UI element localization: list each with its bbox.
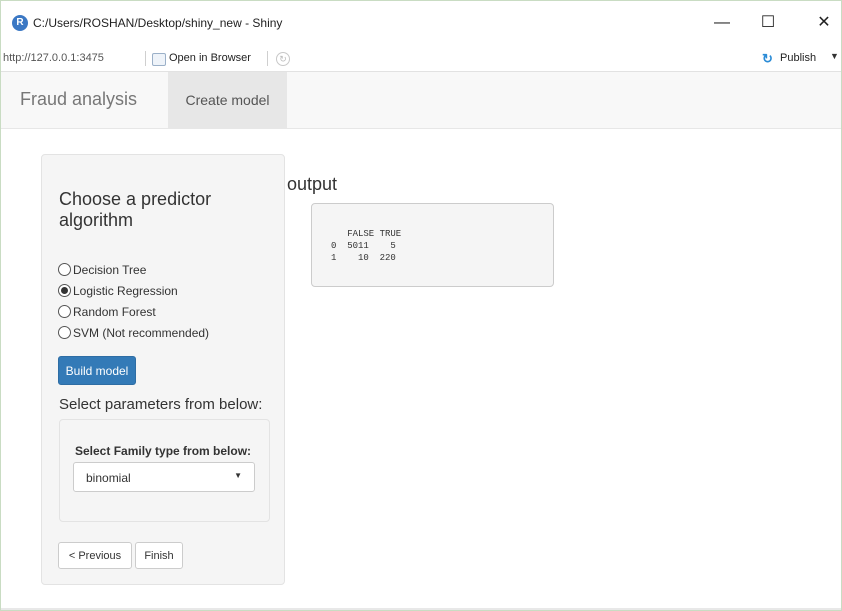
publish-icon[interactable]: ↻: [762, 52, 776, 65]
radio-button[interactable]: [58, 326, 71, 339]
family-select[interactable]: binomial ▼: [73, 462, 255, 492]
close-button[interactable]: ✕: [809, 11, 839, 35]
radio-button[interactable]: [58, 305, 71, 318]
family-label: Select Family type from below:: [75, 444, 252, 458]
radio-decision-tree[interactable]: Decision Tree: [58, 262, 146, 278]
radio-label: Logistic Regression: [73, 284, 178, 298]
refresh-icon[interactable]: ↻: [276, 52, 290, 66]
radio-label: Decision Tree: [73, 263, 147, 277]
navbar: Fraud analysis Create model: [1, 72, 841, 129]
radio-button[interactable]: [58, 263, 71, 276]
open-in-browser-button[interactable]: Open in Browser: [169, 52, 251, 64]
url-text: http://127.0.0.1:3475: [3, 52, 104, 64]
previous-button[interactable]: < Previous: [58, 542, 132, 569]
caret-down-icon: ▼: [234, 471, 242, 480]
family-panel: Select Family type from below: binomial …: [59, 419, 270, 522]
window-title: C:/Users/ROSHAN/Desktop/shiny_new - Shin…: [33, 16, 283, 30]
title-bar: R C:/Users/ROSHAN/Desktop/shiny_new - Sh…: [1, 1, 841, 46]
family-select-value: binomial: [86, 471, 131, 485]
radio-logistic-regression[interactable]: Logistic Regression: [58, 283, 178, 299]
tab-create-model[interactable]: Create model: [168, 72, 287, 128]
publish-button[interactable]: Publish: [780, 52, 816, 64]
navbar-brand[interactable]: Fraud analysis: [20, 89, 137, 110]
radio-svm[interactable]: SVM (Not recommended): [58, 325, 209, 341]
chevron-down-icon[interactable]: ▼: [830, 51, 839, 61]
build-model-button[interactable]: Build model: [58, 356, 136, 385]
toolbar-divider: [145, 51, 146, 66]
output-confusion-table: FALSE TRUE 0 5011 5 1 10 220: [311, 203, 554, 287]
sidebar-title: Choose a predictor algorithm: [59, 189, 212, 230]
radio-label: SVM (Not recommended): [73, 326, 210, 340]
radio-label: Random Forest: [73, 305, 156, 319]
radio-button[interactable]: [58, 284, 71, 297]
viewer-toolbar: http://127.0.0.1:3475 Open in Browser ↻ …: [1, 46, 841, 72]
sidebar-panel: Choose a predictor algorithm Decision Tr…: [41, 154, 285, 585]
radio-random-forest[interactable]: Random Forest: [58, 304, 156, 320]
maximize-button[interactable]: ☐: [753, 11, 783, 35]
params-heading: Select parameters from below:: [59, 396, 263, 413]
window-bottom-edge: [1, 608, 841, 610]
browser-icon[interactable]: [152, 53, 166, 66]
finish-button[interactable]: Finish: [135, 542, 183, 569]
app-window: R C:/Users/ROSHAN/Desktop/shiny_new - Sh…: [0, 0, 842, 611]
rstudio-logo-icon: R: [12, 15, 28, 31]
toolbar-divider: [267, 51, 268, 66]
output-title: output: [287, 174, 338, 194]
minimize-button[interactable]: —: [707, 11, 737, 35]
